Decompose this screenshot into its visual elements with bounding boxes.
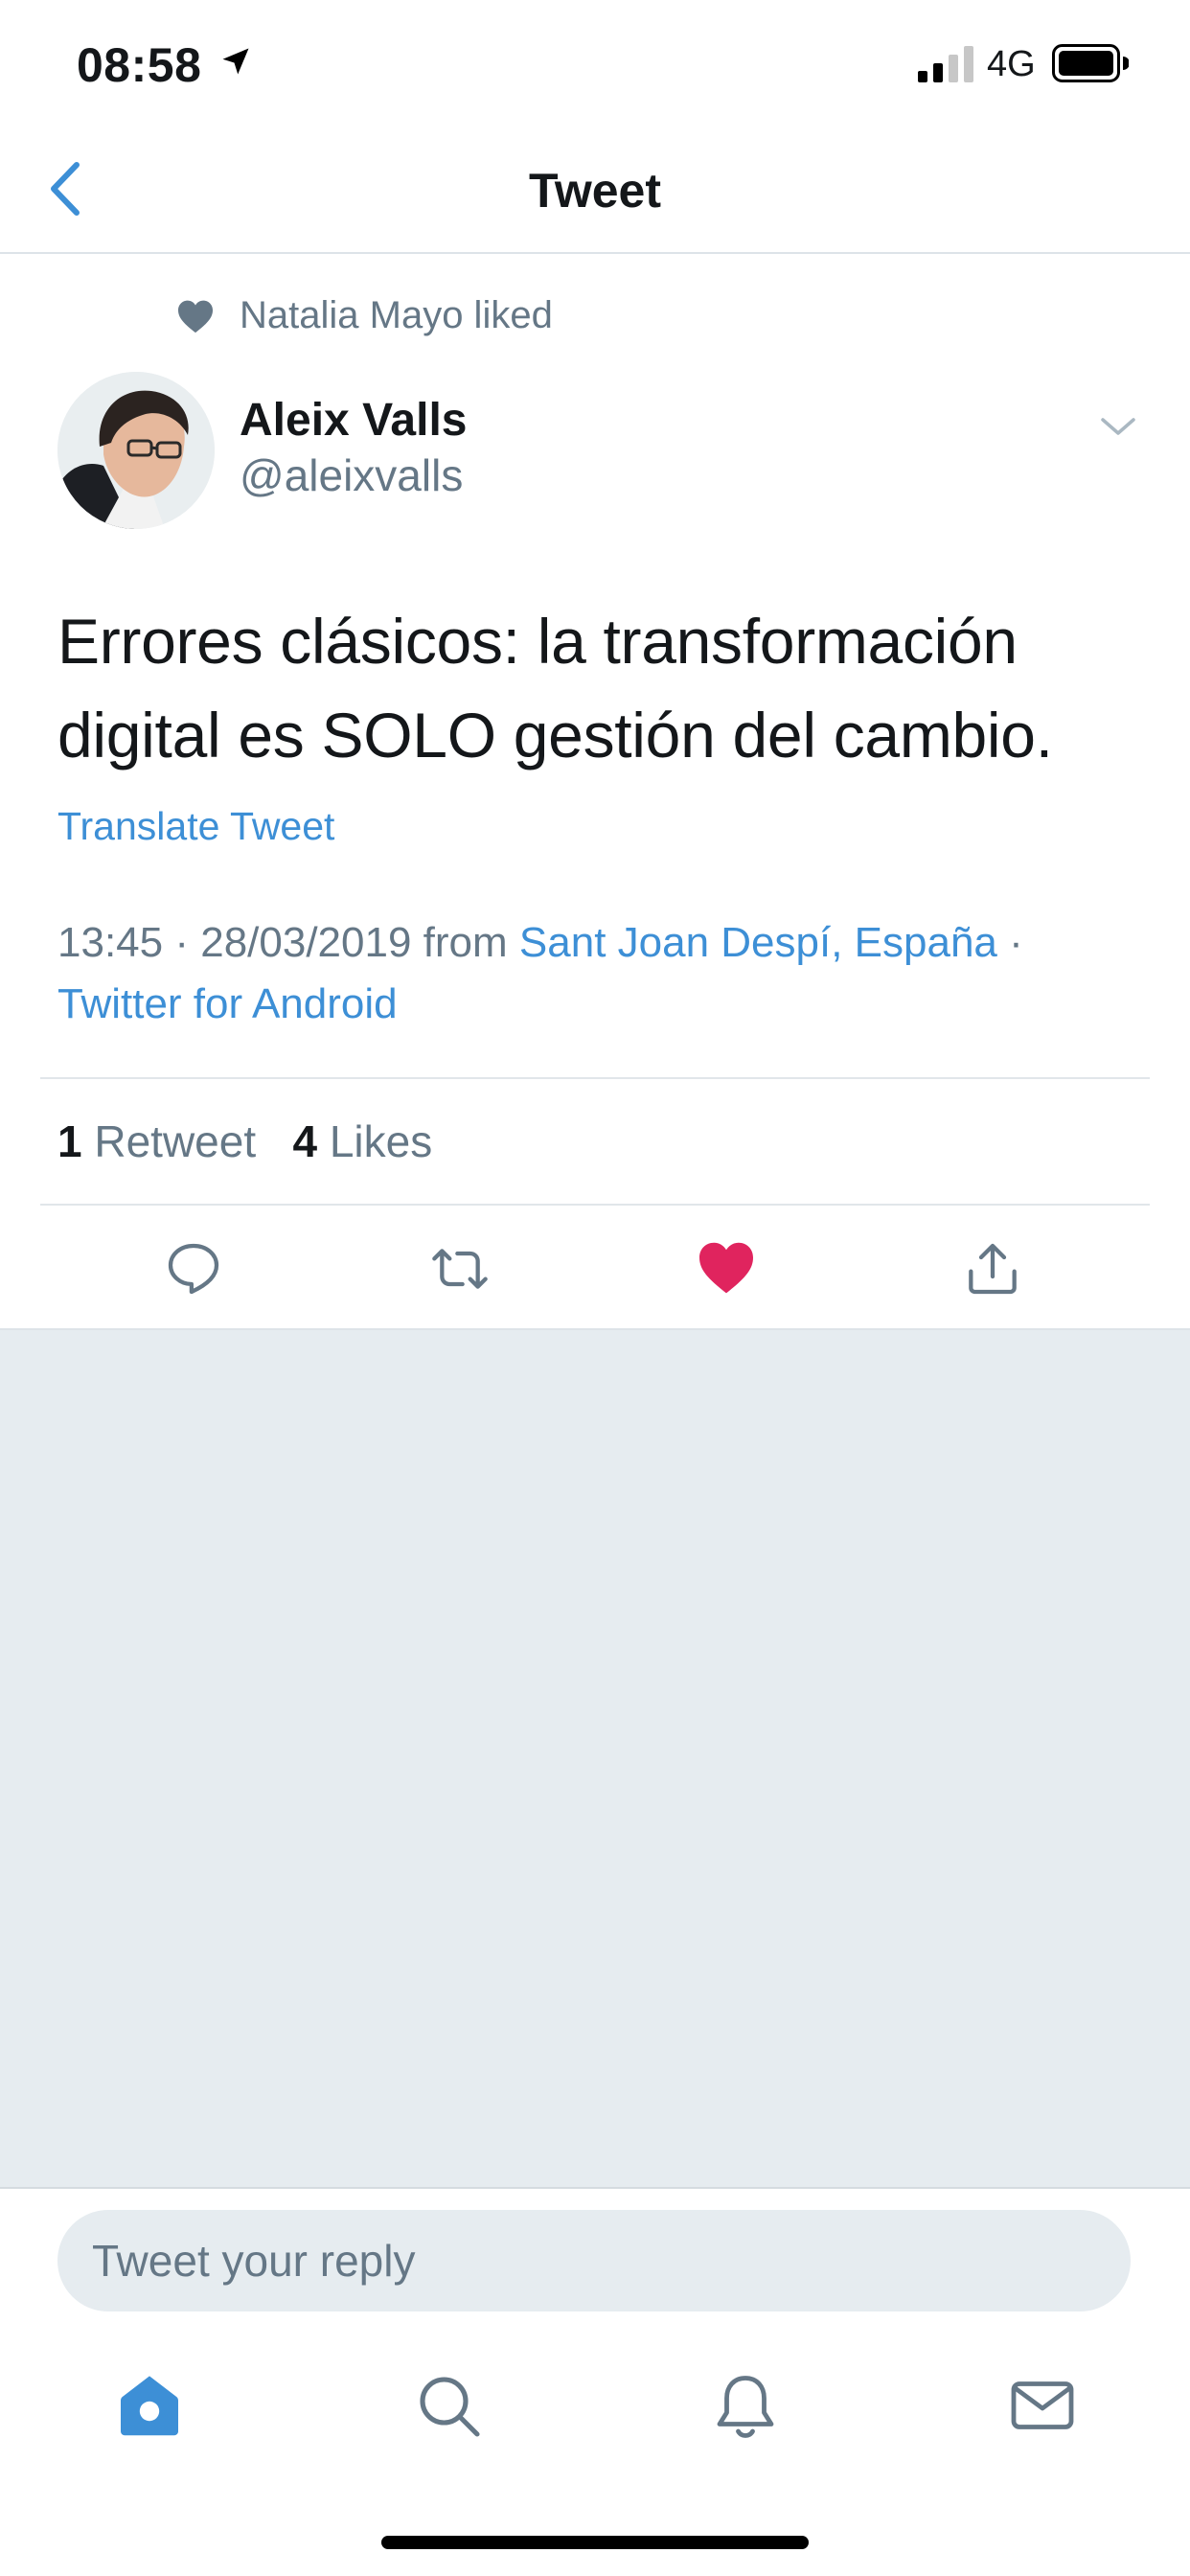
share-icon[interactable] bbox=[960, 1238, 1025, 1300]
home-indicator[interactable] bbox=[381, 2536, 809, 2549]
search-icon[interactable] bbox=[414, 2371, 483, 2440]
heart-icon bbox=[178, 300, 213, 334]
tweet-client-link[interactable]: Twitter for Android bbox=[57, 980, 398, 1027]
avatar[interactable] bbox=[57, 372, 215, 529]
likes-label: Likes bbox=[329, 1116, 433, 1166]
reply-icon[interactable] bbox=[161, 1238, 226, 1300]
reply-composer[interactable] bbox=[57, 2210, 1131, 2312]
tweet-location-link[interactable]: Sant Joan Despí, España bbox=[519, 919, 997, 966]
author-name[interactable]: Aleix Valls bbox=[240, 393, 468, 448]
chevron-down-icon[interactable] bbox=[1098, 412, 1138, 441]
divider bbox=[40, 1204, 1150, 1206]
tweet-time: 13:45 bbox=[57, 919, 164, 966]
home-icon[interactable] bbox=[115, 2371, 184, 2440]
page-title: Tweet bbox=[529, 164, 661, 218]
like-icon[interactable] bbox=[694, 1238, 759, 1300]
author-handle[interactable]: @aleixvalls bbox=[240, 448, 463, 502]
network-type: 4G bbox=[987, 44, 1036, 84]
divider bbox=[40, 1077, 1150, 1079]
tweet-text: Errores clásicos: la transformación digi… bbox=[57, 606, 1053, 770]
meta-separator: · bbox=[996, 919, 1023, 966]
divider bbox=[0, 2187, 1190, 2189]
cellular-signal-icon bbox=[918, 46, 973, 82]
likes-count: 4 bbox=[292, 1116, 318, 1166]
status-time: 08:58 bbox=[77, 38, 202, 92]
tweet-date: 28/03/2019 bbox=[200, 919, 412, 966]
empty-replies-area bbox=[0, 1330, 1190, 2187]
tweet-meta: 13:45 · 28/03/2019 from Sant Joan Despí,… bbox=[57, 912, 1150, 1035]
nav-divider bbox=[0, 252, 1190, 254]
retweets-stat[interactable]: 1 Retweet bbox=[57, 1116, 256, 1166]
back-chevron-icon[interactable] bbox=[46, 159, 86, 218]
messages-icon[interactable] bbox=[1008, 2371, 1077, 2440]
translate-tweet-link[interactable]: Translate Tweet bbox=[57, 801, 334, 851]
avatar-photo bbox=[57, 372, 215, 529]
from-label: from bbox=[423, 919, 508, 966]
notifications-icon[interactable] bbox=[711, 2371, 780, 2440]
battery-icon bbox=[1052, 44, 1129, 82]
reply-input[interactable] bbox=[57, 2210, 1131, 2312]
retweets-count: 1 bbox=[57, 1116, 82, 1166]
likes-stat[interactable]: 4 Likes bbox=[292, 1116, 432, 1166]
engagement-stats: 1 Retweet 4 Likes bbox=[57, 1110, 432, 1173]
meta-separator: · bbox=[163, 919, 201, 966]
retweets-label: Retweet bbox=[94, 1116, 257, 1166]
location-arrow-icon bbox=[222, 48, 249, 75]
social-context[interactable]: Natalia Mayo liked bbox=[240, 291, 553, 339]
retweet-icon[interactable] bbox=[427, 1238, 492, 1300]
